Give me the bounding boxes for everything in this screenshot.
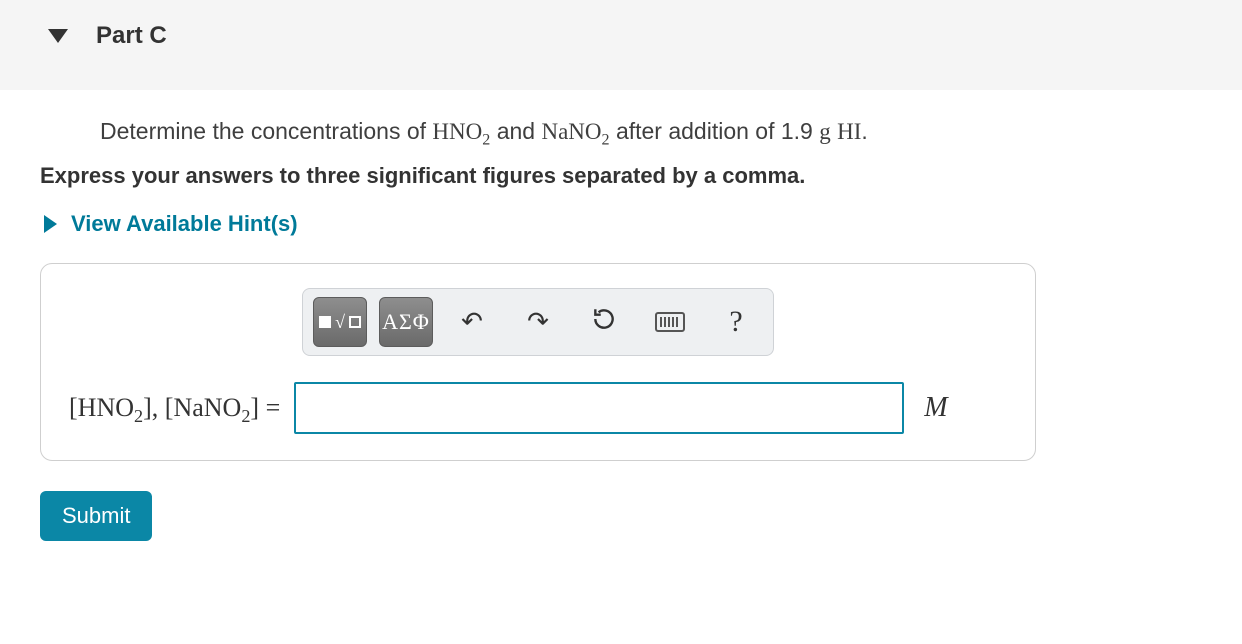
chem-hno2: HNO2 [432, 119, 490, 144]
answer-box: √ ΑΣΦ ↶ ↷ [40, 263, 1036, 461]
redo-icon: ↷ [527, 307, 549, 337]
view-hints-toggle[interactable]: View Available Hint(s) [40, 211, 1202, 237]
reagent: HI [837, 119, 861, 144]
undo-button[interactable]: ↶ [445, 297, 499, 347]
question-after: after addition of 1.9 [616, 118, 819, 144]
undo-icon: ↶ [461, 307, 483, 337]
reset-icon [591, 306, 617, 339]
mass-unit: g [819, 119, 831, 144]
help-button[interactable]: ? [709, 297, 763, 347]
templates-button[interactable]: √ [313, 297, 367, 347]
answer-row: [HNO2], [NaNO2] = M [63, 382, 1013, 434]
answer-lhs: [HNO2], [NaNO2] = [63, 393, 280, 423]
part-header[interactable]: Part C [0, 0, 1242, 90]
question-text: Determine the concentrations of HNO2 and… [100, 118, 1202, 145]
instruction-text: Express your answers to three significan… [40, 163, 1202, 189]
keyboard-icon [655, 312, 685, 332]
reset-button[interactable] [577, 297, 631, 347]
equation-toolbar: √ ΑΣΦ ↶ ↷ [302, 288, 774, 356]
submit-button[interactable]: Submit [40, 491, 152, 541]
part-title: Part C [96, 22, 167, 50]
view-hints-label: View Available Hint(s) [71, 211, 298, 237]
question-prefix: Determine the concentrations of [100, 118, 432, 144]
templates-icon: √ [319, 313, 361, 331]
keyboard-shortcuts-button[interactable] [643, 297, 697, 347]
collapse-caret-down-icon [48, 29, 68, 43]
help-icon: ? [729, 305, 742, 339]
answer-unit: M [924, 392, 947, 424]
chem-nano2: NaNO2 [541, 119, 609, 144]
caret-right-icon [44, 215, 57, 233]
submit-label: Submit [62, 503, 130, 528]
question-and: and [497, 118, 542, 144]
greek-label: ΑΣΦ [382, 309, 430, 335]
redo-button[interactable]: ↷ [511, 297, 565, 347]
answer-input[interactable] [294, 382, 904, 434]
greek-symbols-button[interactable]: ΑΣΦ [379, 297, 433, 347]
